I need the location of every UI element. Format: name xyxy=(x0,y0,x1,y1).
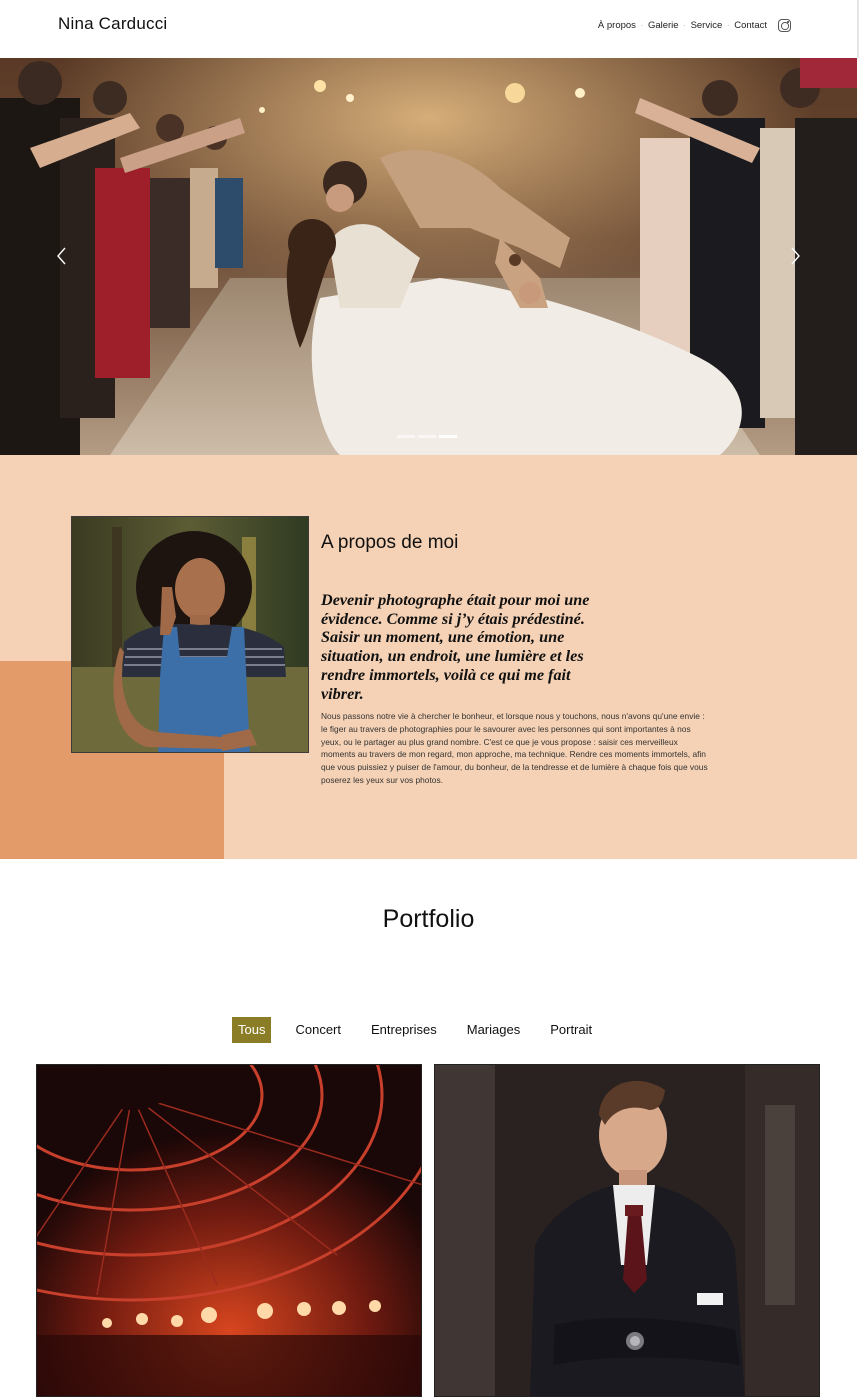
filter-tous[interactable]: Tous xyxy=(232,1017,272,1043)
hero-carousel xyxy=(0,58,857,455)
filter-concert[interactable]: Concert xyxy=(289,1017,347,1043)
about-portrait-image xyxy=(71,516,309,753)
nav-link-contact[interactable]: Contact xyxy=(734,20,767,31)
filter-entreprises[interactable]: Entreprises xyxy=(365,1017,443,1043)
carousel-next-button[interactable] xyxy=(784,246,804,266)
site-brand[interactable]: Nina Carducci xyxy=(58,14,167,34)
carousel-indicator-2[interactable] xyxy=(418,435,436,438)
portfolio-filters: Tous Concert Entreprises Mariages Portra… xyxy=(232,1017,598,1043)
nav-separator: · xyxy=(640,21,644,30)
filter-mariages[interactable]: Mariages xyxy=(461,1017,526,1043)
about-section: A propos de moi Devenir photographe étai… xyxy=(0,455,857,859)
nav-link-service[interactable]: Service xyxy=(691,20,723,31)
chevron-left-icon xyxy=(57,247,66,265)
gallery-item-entreprise[interactable] xyxy=(434,1064,820,1397)
nav-separator: · xyxy=(683,21,686,30)
carousel-indicator-1[interactable] xyxy=(397,435,415,438)
about-title: A propos de moi xyxy=(321,532,459,553)
carousel-prev-button[interactable] xyxy=(53,246,73,266)
about-description: Nous passons notre vie à chercher le bon… xyxy=(321,711,708,785)
carousel-indicator-3[interactable] xyxy=(439,435,457,438)
main-nav: À propos · Galerie · Service · Contact xyxy=(598,19,791,32)
nav-link-gallery[interactable]: Galerie xyxy=(648,20,679,31)
about-quote: Devenir photographe était pour moi une é… xyxy=(321,591,590,703)
gallery-item-concert[interactable] xyxy=(36,1064,422,1397)
carousel-indicators xyxy=(397,435,457,438)
instagram-icon[interactable] xyxy=(778,19,791,32)
nav-separator: · xyxy=(726,21,730,30)
businessman-portrait-image xyxy=(435,1065,819,1396)
nav-link-about[interactable]: À propos xyxy=(598,20,636,31)
concert-stage-image xyxy=(37,1065,421,1396)
filter-portrait[interactable]: Portrait xyxy=(544,1017,598,1043)
hero-wedding-image xyxy=(0,58,857,455)
chevron-right-icon xyxy=(791,247,800,265)
portfolio-title: Portfolio xyxy=(382,905,475,933)
site-header: Nina Carducci À propos · Galerie · Servi… xyxy=(0,0,859,58)
